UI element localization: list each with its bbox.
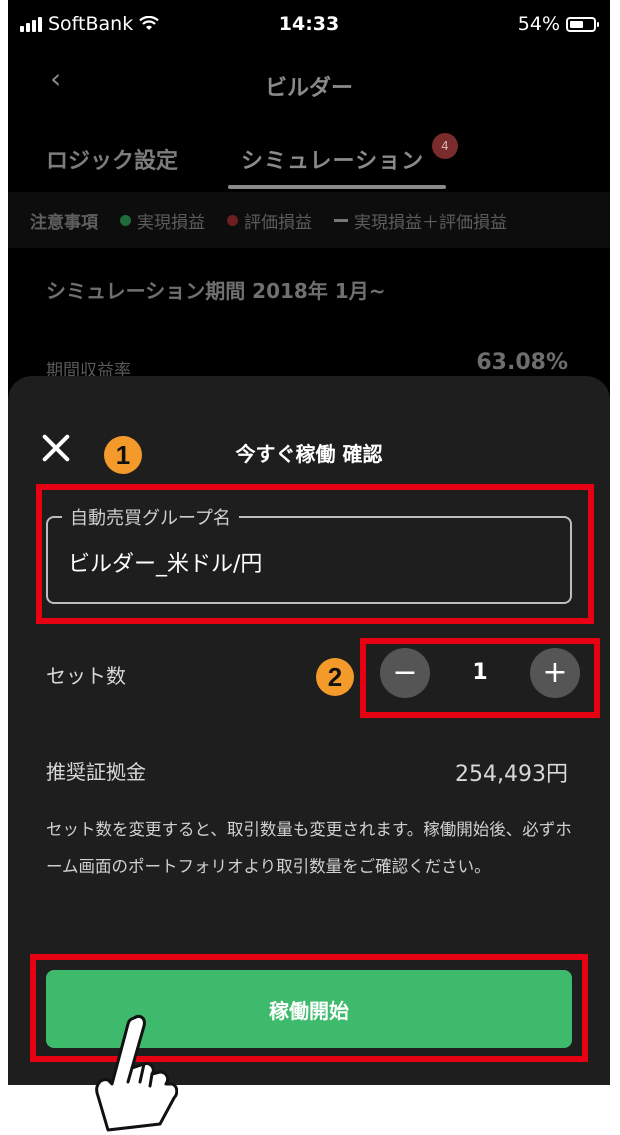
battery-group: 54% (517, 13, 599, 35)
tab-active-indicator (228, 185, 446, 189)
line-dash-icon (334, 218, 348, 222)
tab-simulation-badge: 4 (432, 133, 458, 159)
red-dot-icon (227, 214, 238, 226)
page-title: ビルダー (264, 76, 353, 101)
increment-button[interactable]: + (530, 648, 580, 698)
group-name-field[interactable]: 自動売買グループ名 ビルダー_米ドル/円 (46, 504, 572, 604)
group-name-label: 自動売買グループ名 (62, 504, 239, 530)
sets-stepper: − 1 + (380, 648, 580, 698)
battery-icon (566, 16, 599, 32)
notice-link[interactable]: 注意事項 (30, 208, 98, 233)
metric-value: 63.08% (476, 350, 568, 375)
tab-bar: ロジック設定 シミュレーション 4 (8, 133, 610, 191)
margin-label: 推奨証拠金 (46, 760, 146, 784)
nav-bar: ‹ ビルダー (8, 56, 610, 106)
sets-label: セット数 (46, 664, 126, 688)
notice-text: セット数を変更すると、取引数量も変更されます。稼働開始後、必ずホーム画面のポート… (46, 820, 572, 876)
legend-item-total: 実現損益＋評価損益 (334, 208, 507, 233)
legend-item-realized: 実現損益 (120, 208, 205, 233)
battery-percent: 54% (517, 13, 560, 35)
status-bar: SoftBank 14:33 54% (8, 0, 610, 48)
phone-screen: SoftBank 14:33 54% ‹ ビルダー ロジック設定 シミュレーショ… (8, 0, 610, 1085)
legend-label-realized: 実現損益 (137, 212, 205, 233)
legend-label-unrealized: 評価損益 (244, 212, 312, 233)
confirm-sheet: 1 今すぐ稼働 確認 自動売買グループ名 ビルダー_米ドル/円 セット数 2 −… (8, 376, 610, 1085)
pointing-hand-icon (95, 1014, 178, 1132)
margin-value: 254,493円 (455, 762, 568, 787)
tab-simulation[interactable]: シミュレーション (241, 143, 424, 175)
tab-logic-settings[interactable]: ロジック設定 (46, 143, 178, 175)
legend-bar: 注意事項 実現損益 評価損益 実現損益＋評価損益 (8, 192, 610, 248)
legend-item-unrealized: 評価損益 (227, 208, 312, 233)
callout-badge-2: 2 (316, 658, 354, 696)
group-name-value: ビルダー_米ドル/円 (68, 552, 263, 577)
legend-label-total: 実現損益＋評価損益 (354, 212, 507, 233)
sheet-title: 今すぐ稼働 確認 (235, 442, 383, 466)
green-dot-icon (120, 214, 131, 226)
simulation-period: シミュレーション期間 2018年 1月~ (46, 279, 386, 303)
